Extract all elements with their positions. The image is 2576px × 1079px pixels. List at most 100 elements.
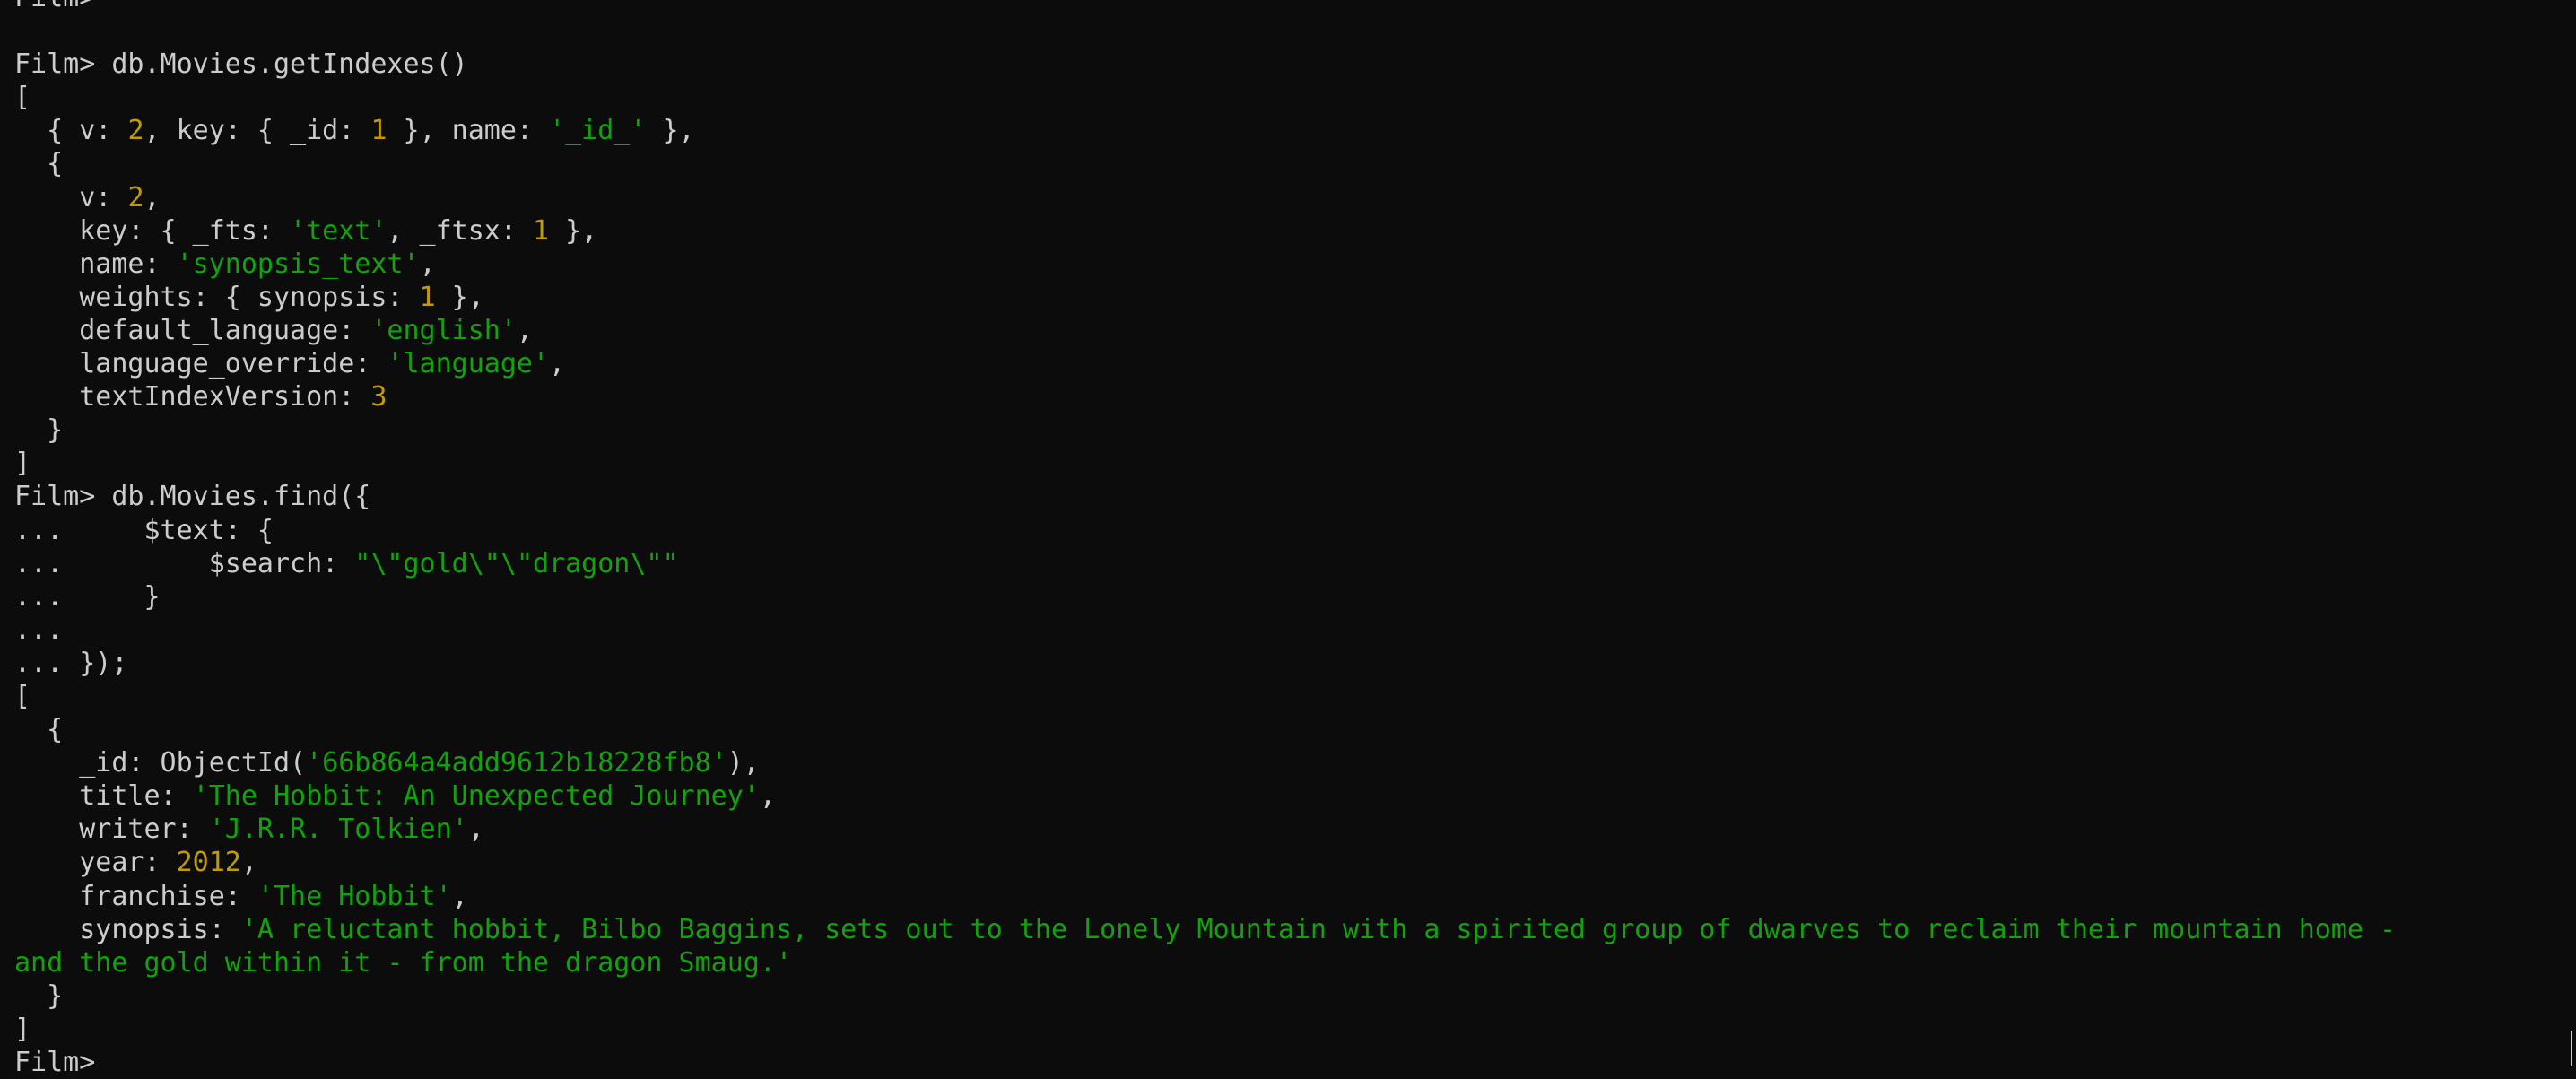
text-token: },: [549, 214, 598, 247]
terminal-line: writer: 'J.R.R. Tolkien',: [14, 813, 2396, 846]
terminal-line: key: { _fts: 'text', _ftsx: 1 },: [14, 214, 2396, 248]
text-token: ,: [144, 181, 161, 213]
text-token: Film> db.Movies.find({: [14, 481, 371, 513]
text-token: ,: [467, 814, 484, 846]
text-token: },: [646, 115, 695, 147]
terminal-line: Film>: [14, 0, 2396, 14]
terminal-line: default_language: 'english',: [14, 314, 2396, 347]
text-token: default_language:: [14, 314, 371, 346]
text-token: weights: { synopsis:: [14, 281, 420, 313]
text-token: ,: [419, 248, 436, 280]
text-token: Film>: [14, 1047, 112, 1078]
text-token: ]: [14, 448, 31, 480]
terminal-line: year: 2012,: [14, 846, 2396, 879]
string-token: 'english': [370, 314, 517, 346]
terminal-line: [: [14, 81, 2396, 114]
terminal-line: ... $search: "\"gold\"\"dragon\"": [14, 547, 2396, 580]
number-token: 1: [532, 214, 550, 247]
text-token: ,: [451, 880, 468, 912]
terminal-line: ... }: [14, 580, 2396, 613]
string-token: "\"gold\"\"dragon\"": [354, 547, 679, 579]
number-token: 1: [370, 115, 387, 147]
text-token: year:: [14, 847, 177, 879]
text-token: Film>: [14, 0, 95, 13]
number-token: 2012: [176, 847, 241, 879]
terminal-line: v: 2,: [14, 181, 2396, 214]
text-token: [: [14, 82, 31, 114]
text-token: [: [14, 680, 31, 712]
terminal-line: Film> db.Movies.getIndexes(): [14, 48, 2396, 81]
text-token: ,: [516, 314, 533, 346]
text-token: writer:: [14, 814, 209, 846]
text-token: ... $text: {: [14, 514, 274, 546]
string-token: 'J.R.R. Tolkien': [208, 814, 468, 846]
string-token: 'language': [387, 348, 550, 380]
string-token: and the gold within it - from the dragon…: [14, 946, 792, 979]
terminal-line: title: 'The Hobbit: An Unexpected Journe…: [14, 779, 2396, 813]
text-token: ...: [14, 613, 64, 646]
text-token: ,: [549, 348, 566, 380]
text-token: , _ftsx:: [387, 214, 533, 247]
terminal-line: language_override: 'language',: [14, 347, 2396, 380]
text-token: }: [14, 414, 64, 447]
terminal-line: ... $text: {: [14, 514, 2396, 547]
text-token: Film> db.Movies.getIndexes(): [14, 48, 468, 81]
terminal-line: {: [14, 147, 2396, 180]
text-token: ... });: [14, 647, 128, 679]
text-token: title:: [14, 780, 193, 813]
terminal-line: Film> db.Movies.find({: [14, 480, 2396, 513]
text-token: { v:: [14, 115, 128, 147]
scrollbar-thumb[interactable]: [2571, 1031, 2572, 1066]
text-token: }: [14, 979, 64, 1012]
number-token: 2: [127, 115, 144, 147]
terminal-line: name: 'synopsis_text',: [14, 248, 2396, 281]
text-token: , key: { _id:: [144, 115, 371, 147]
terminal-line: ...: [14, 613, 2396, 647]
text-token: },: [435, 281, 484, 313]
string-token: 'A reluctant hobbit, Bilbo Baggins, sets…: [240, 913, 2397, 945]
text-token: synopsis:: [14, 913, 241, 945]
text-token: ,: [240, 847, 257, 879]
text-token: {: [14, 714, 64, 746]
terminal-line: {: [14, 713, 2396, 746]
terminal-line: ]: [14, 1013, 2396, 1046]
text-token: name:: [14, 248, 177, 280]
text-token: textIndexVersion:: [14, 381, 371, 413]
text-token: {: [14, 148, 64, 180]
text-token: ]: [14, 1013, 31, 1045]
terminal-line: { v: 2, key: { _id: 1 }, name: '_id_' },: [14, 114, 2396, 147]
string-token: 'The Hobbit': [257, 880, 452, 912]
terminal-line: _id: ObjectId('66b864a4add9612b18228fb8'…: [14, 746, 2396, 779]
terminal-line: [: [14, 680, 2396, 713]
text-token: ... $search:: [14, 547, 355, 579]
string-token: 'synopsis_text': [176, 248, 420, 280]
terminal-line: franchise: 'The Hobbit',: [14, 880, 2396, 913]
text-token: }, name:: [387, 115, 550, 147]
string-token: 'The Hobbit: An Unexpected Journey': [192, 780, 760, 813]
terminal-line: and the gold within it - from the dragon…: [14, 946, 2396, 979]
terminal-line: weights: { synopsis: 1 },: [14, 281, 2396, 314]
text-token: ,: [759, 780, 776, 813]
terminal-line: }: [14, 979, 2396, 1013]
number-token: 1: [419, 281, 436, 313]
text-token: ),: [727, 747, 760, 779]
text-token: franchise:: [14, 880, 257, 912]
string-token: '66b864a4add9612b18228fb8': [306, 747, 727, 779]
number-token: 2: [127, 181, 144, 213]
text-token: ... }: [14, 580, 161, 613]
text-token: _id: ObjectId(: [14, 747, 307, 779]
terminal-line: }: [14, 413, 2396, 447]
terminal-line: synopsis: 'A reluctant hobbit, Bilbo Bag…: [14, 913, 2396, 946]
terminal-line: Film>: [14, 1046, 2396, 1079]
terminal-output[interactable]: Film> Film> db.Movies.getIndexes()[ { v:…: [14, 0, 2396, 1079]
text-token: v:: [14, 181, 128, 213]
string-token: '_id_': [549, 115, 647, 147]
string-token: 'text': [290, 214, 387, 247]
terminal-line: ]: [14, 447, 2396, 480]
number-token: 3: [370, 381, 387, 413]
text-token: language_override:: [14, 348, 387, 380]
terminal-line: textIndexVersion: 3: [14, 380, 2396, 413]
terminal-line: ... });: [14, 647, 2396, 680]
text-token: key: { _fts:: [14, 214, 291, 247]
